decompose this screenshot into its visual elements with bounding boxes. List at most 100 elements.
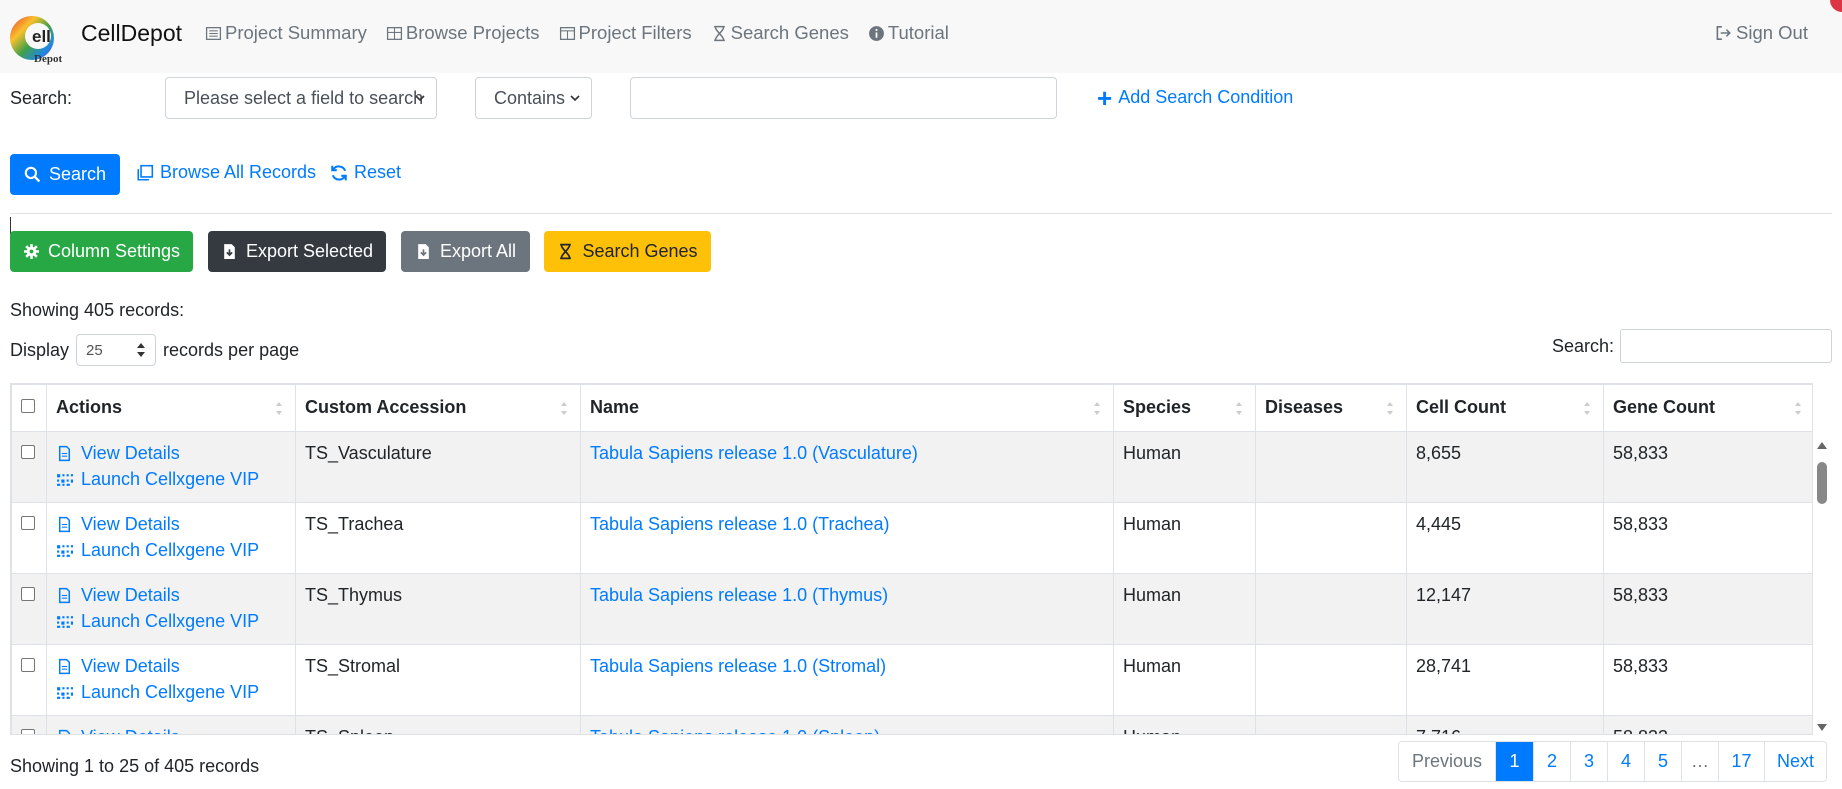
nav-project-summary[interactable]: Project Summary	[205, 22, 367, 44]
sort-icon	[561, 402, 567, 415]
file-text-icon	[58, 587, 71, 603]
page-button[interactable]: 4	[1607, 742, 1644, 781]
column-label: Diseases	[1265, 397, 1344, 417]
export-selected-button[interactable]: Export Selected	[208, 231, 386, 272]
table-search-input[interactable]	[1620, 329, 1832, 363]
search-value-input[interactable]	[630, 77, 1057, 119]
sign-out-link[interactable]: Sign Out	[1714, 22, 1808, 44]
launch-cellxgene-link[interactable]: Launch Cellxgene VIP	[56, 469, 286, 489]
launch-cellxgene-link[interactable]: Launch Cellxgene VIP	[56, 682, 286, 702]
table-search-label: Search:	[1552, 336, 1615, 356]
view-details-label: View Details	[81, 585, 180, 605]
cell-count-cell: 28,741	[1406, 644, 1604, 716]
file-download-icon	[418, 244, 429, 259]
column-header[interactable]: Cell Count	[1406, 384, 1604, 432]
celldepot-logo[interactable]: ell Depot	[8, 10, 74, 66]
nav-menu: Project Summary Browse Projects Project …	[205, 0, 949, 66]
page-button[interactable]: 17	[1718, 742, 1764, 781]
nav-project-filters[interactable]: Project Filters	[559, 22, 692, 44]
search-genes-button[interactable]: Search Genes	[544, 231, 711, 272]
reset-link[interactable]: Reset	[330, 162, 401, 183]
row-checkbox[interactable]	[21, 445, 35, 459]
scrollbar-thumb[interactable]	[1817, 462, 1827, 504]
browse-all-records-link[interactable]: Browse All Records	[136, 162, 316, 183]
name-cell: Tabula Sapiens release 1.0 (Stromal)	[580, 644, 1114, 716]
column-header[interactable]: Diseases	[1255, 384, 1407, 432]
scroll-down-arrow-icon[interactable]	[1817, 724, 1827, 731]
gear-icon	[24, 244, 39, 259]
diseases-cell	[1255, 644, 1407, 716]
page-button[interactable]: 1	[1495, 742, 1533, 781]
view-details-link[interactable]: View Details	[56, 585, 286, 605]
view-details-link[interactable]: View Details	[56, 514, 286, 534]
records-per-page-select[interactable]: 25	[76, 334, 157, 366]
accession-cell: TS_Thymus	[295, 573, 581, 645]
copy-icon	[137, 164, 154, 181]
column-settings-button[interactable]: Column Settings	[10, 231, 193, 272]
column-header[interactable]: Species	[1113, 384, 1256, 432]
nav-browse-projects[interactable]: Browse Projects	[386, 22, 540, 44]
view-details-link[interactable]: View Details	[56, 727, 286, 734]
sort-icon	[276, 402, 282, 415]
launch-cellxgene-link[interactable]: Launch Cellxgene VIP	[56, 540, 286, 560]
view-details-link[interactable]: View Details	[56, 656, 286, 676]
next-page-button[interactable]: Next	[1764, 742, 1826, 781]
nav-label: Browse Projects	[405, 22, 540, 43]
accession-cell: TS_Stromal	[295, 644, 581, 716]
sign-out-label: Sign Out	[1736, 22, 1808, 43]
column-header[interactable]: Custom Accession	[295, 384, 581, 432]
name-cell: Tabula Sapiens release 1.0 (Thymus)	[580, 573, 1114, 645]
actions-cell: View DetailsLaunch Cellxgene VIP	[46, 715, 296, 734]
add-search-condition-link[interactable]: + Add Search Condition	[1097, 85, 1293, 111]
diseases-cell	[1255, 715, 1407, 734]
cell-count-cell: 7,716	[1406, 715, 1604, 734]
grid-dots-icon	[57, 615, 73, 628]
view-details-link[interactable]: View Details	[56, 443, 286, 463]
accession-cell: TS_Trachea	[295, 502, 581, 574]
column-header[interactable]: Gene Count	[1603, 384, 1812, 432]
refresh-icon	[331, 164, 347, 181]
launch-cellxgene-link[interactable]: Launch Cellxgene VIP	[56, 611, 286, 631]
table-row: View Details Launch Cellxgene VIP TS_Thymu…	[11, 573, 1812, 645]
project-name-link[interactable]: Tabula Sapiens release 1.0 (Vasculature)	[590, 443, 918, 463]
page-button[interactable]: 5	[1644, 742, 1681, 781]
search-condition-select[interactable]: Contains	[475, 77, 592, 119]
gene-count-cell: 58,833	[1603, 715, 1812, 734]
search-field-value: Please select a field to search	[184, 87, 424, 108]
page-button[interactable]: 3	[1570, 742, 1607, 781]
project-name-link[interactable]: Tabula Sapiens release 1.0 (Spleen)	[590, 727, 880, 734]
file-text-icon	[58, 445, 71, 461]
search-label: Search:	[10, 88, 73, 108]
row-checkbox[interactable]	[21, 587, 35, 601]
project-name-link[interactable]: Tabula Sapiens release 1.0 (Trachea)	[590, 514, 890, 534]
table-scrollbar[interactable]	[1813, 430, 1831, 735]
row-select-cell	[11, 431, 47, 503]
search-button[interactable]: Search	[10, 154, 120, 195]
column-header[interactable]: Actions	[46, 384, 296, 432]
per-page-suffix: records per page	[163, 339, 300, 360]
file-text-icon	[58, 516, 71, 532]
svg-text:ell: ell	[32, 27, 51, 46]
search-field-select[interactable]: Please select a field to search	[165, 77, 437, 119]
project-name-link[interactable]: Tabula Sapiens release 1.0 (Thymus)	[590, 585, 888, 605]
file-download-icon	[224, 244, 235, 259]
project-name-link[interactable]: Tabula Sapiens release 1.0 (Stromal)	[590, 656, 886, 676]
scroll-up-arrow-icon[interactable]	[1817, 442, 1827, 449]
brand-name[interactable]: CellDepot	[81, 20, 182, 47]
row-checkbox[interactable]	[21, 658, 35, 672]
column-header[interactable]: Name	[580, 384, 1114, 432]
chevron-down-icon	[415, 95, 425, 102]
nav-tutorial[interactable]: Tutorial	[868, 22, 949, 44]
nav-search-genes[interactable]: Search Genes	[711, 22, 849, 44]
previous-page-button[interactable]: Previous	[1399, 742, 1495, 781]
page-button[interactable]: 2	[1533, 742, 1570, 781]
cell-count-cell: 4,445	[1406, 502, 1604, 574]
row-checkbox[interactable]	[21, 729, 35, 734]
export-all-button[interactable]: Export All	[401, 231, 530, 272]
name-cell: Tabula Sapiens release 1.0 (Spleen)	[580, 715, 1114, 734]
select-all-checkbox[interactable]	[21, 399, 35, 413]
view-details-label: View Details	[81, 727, 180, 734]
name-cell: Tabula Sapiens release 1.0 (Trachea)	[580, 502, 1114, 574]
cell-count-cell: 12,147	[1406, 573, 1604, 645]
row-checkbox[interactable]	[21, 516, 35, 530]
